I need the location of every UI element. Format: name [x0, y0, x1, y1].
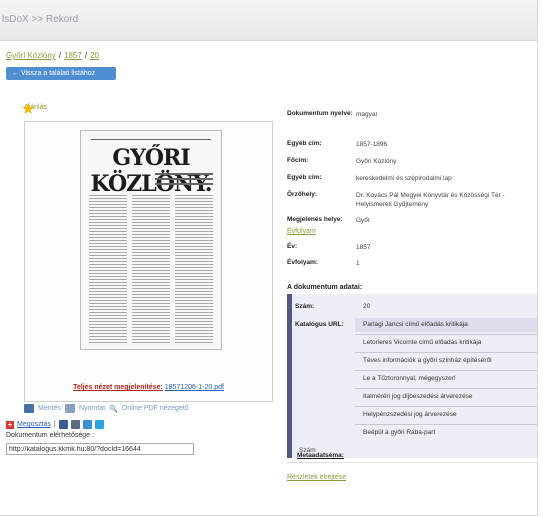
full-view-label: Teljes nézet megjelenítése:	[73, 384, 163, 391]
breadcrumb-link-issue[interactable]: 20	[90, 51, 99, 60]
metadata-value: Dr. Kovács Pál Megyei Könyvtár és Közöss…	[356, 192, 505, 208]
document-tools: Mentés Nyomtat 🔍 Online PDF nézegető	[24, 404, 189, 413]
catalog-item[interactable]: Beépül a győri Rába-part	[363, 429, 435, 436]
catalog-item[interactable]: Parlagi Jancsi című előadás kritikája	[363, 321, 468, 328]
document-data-panel: Szám: 20 Katalógus URL: Parlagi Jancsi c…	[287, 294, 537, 459]
panel-accent-bar	[287, 294, 292, 458]
pdf-viewer-link[interactable]: Online PDF nézegető	[122, 405, 189, 412]
share-row: + Megosztás |	[6, 420, 104, 429]
back-to-results-button[interactable]: ← Vissza a találati listához	[6, 67, 116, 80]
print-link[interactable]: Nyomtat	[79, 405, 105, 412]
document-preview: GYŐRI KÖZLÖNY. Teljes nézet megjelenítés…	[24, 121, 273, 402]
metadata-label: Egyéb cím:	[287, 140, 322, 147]
scan-columns	[89, 193, 213, 343]
breadcrumb: Győri Közlöny/1857/20	[6, 51, 99, 60]
full-view-line: Teljes nézet megjelenítése: 18571206-1-2…	[25, 384, 272, 391]
catalog-item[interactable]: Le a Tűztoronnyal, mégegyszer!	[363, 375, 456, 382]
catalog-url-label: Katalógus URL:	[295, 321, 344, 328]
document-data-title: A dokumentum adatai:	[287, 284, 363, 291]
metadata-value: magyar	[356, 111, 378, 118]
issue-number-value: 20	[363, 303, 371, 310]
scan-subtitle	[155, 173, 213, 187]
breadcrumb-link-year[interactable]: 1857	[64, 51, 82, 60]
twitter-icon[interactable]	[94, 420, 104, 429]
metadata-value: 1	[356, 260, 360, 267]
magnifier-icon: 🔍	[109, 405, 118, 413]
metadata-label: Dokumentum nyelve:	[287, 110, 353, 117]
catalog-item[interactable]: Téves információk a győri színház építés…	[363, 357, 492, 364]
metadata-label: Év:	[287, 243, 298, 250]
star-icon: ★	[21, 101, 36, 118]
breadcrumb-separator: /	[84, 51, 88, 60]
scan-masthead: GYŐRI KÖZLÖNY.	[90, 145, 212, 197]
hide-details-link[interactable]: Részletek elrejtése	[287, 474, 346, 481]
email-icon[interactable]	[70, 420, 80, 429]
metadata-label: Évfolyam:	[287, 259, 319, 266]
issue-number-label: Szám:	[295, 303, 315, 310]
divider	[287, 462, 537, 463]
metadata-label: Megjelenés helye:	[287, 216, 343, 223]
catalog-item[interactable]: Letorieres Vicomte című előadás kritikáj…	[363, 339, 481, 346]
share-link[interactable]: Megosztás	[17, 421, 51, 428]
breadcrumb-link-title[interactable]: Győri Közlöny	[6, 51, 56, 60]
metadata-value: Győr	[356, 217, 371, 224]
social-icon[interactable]	[82, 420, 92, 429]
recommend-link[interactable]: ★ Ajánlás	[21, 101, 47, 118]
metadata-value: 1857-1896	[356, 141, 388, 148]
breadcrumb-separator: /	[58, 51, 62, 60]
metadata-value: 1857	[356, 244, 371, 251]
evfolyam-section-link[interactable]: Évfolyam	[287, 228, 316, 235]
metadata-schema-value: Szám	[299, 447, 316, 454]
print-icon	[64, 404, 75, 413]
scan-header-rule	[91, 135, 211, 140]
catalog-item[interactable]: Helypénzszedési jog árverezése	[363, 411, 457, 418]
save-link[interactable]: Mentés	[38, 405, 61, 412]
top-bar: lsDoX >> Rekord	[0, 0, 537, 41]
document-url-field[interactable]	[6, 443, 194, 455]
catalog-item[interactable]: Italméréri jog díjbeszedési árverezése	[363, 393, 472, 400]
metadata-label: Egyéb cím:	[287, 174, 322, 181]
share-plus-icon: +	[6, 419, 14, 429]
newspaper-scan-thumbnail[interactable]: GYŐRI KÖZLÖNY.	[80, 130, 222, 350]
facebook-icon[interactable]	[58, 420, 68, 429]
window-title: lsDoX >> Rekord	[2, 14, 79, 25]
metadata-value: Győri Közlöny	[356, 158, 397, 165]
metadata-label: Főcím:	[287, 157, 309, 164]
full-view-pdf-link[interactable]: 18571206-1-20.pdf	[165, 384, 224, 391]
access-label: Dokumentum elérhetősége :	[6, 432, 94, 439]
metadata-label: Őrzőhely:	[287, 191, 317, 198]
metadata-value: kereskedelmi és szépirodalmi lap	[356, 175, 452, 182]
save-icon	[24, 404, 34, 413]
